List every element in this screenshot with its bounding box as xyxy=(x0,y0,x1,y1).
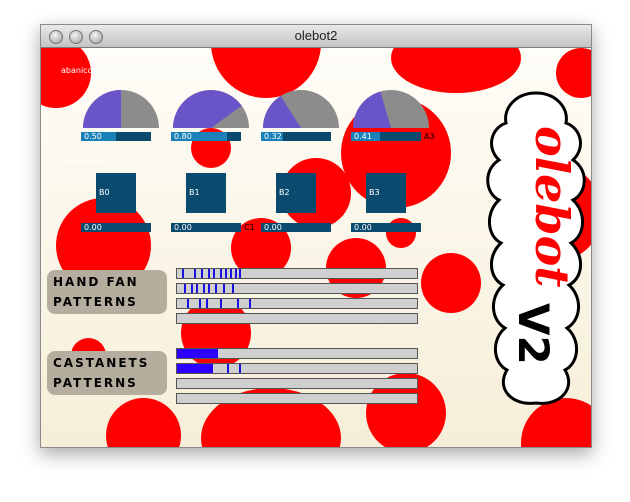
hand-fan-patterns-label: HAND FAN PATTERNS xyxy=(47,270,167,314)
gauge-value-slider[interactable]: 0.32 xyxy=(261,132,331,141)
pad-value-slider[interactable]: 0.00 xyxy=(351,223,421,232)
pattern-tick xyxy=(198,299,201,308)
red-circle xyxy=(421,253,481,313)
pad-value-slider[interactable]: 0.00 xyxy=(171,223,241,232)
red-circle xyxy=(391,48,521,93)
pattern-tick xyxy=(237,299,239,308)
gauge-value-slider[interactable]: 0.50 xyxy=(81,132,151,141)
pad-name: B3 xyxy=(369,188,380,197)
pattern-tick xyxy=(234,269,237,278)
red-circle xyxy=(106,398,181,447)
pattern-tick xyxy=(220,269,223,278)
pattern-tick xyxy=(186,299,189,308)
pattern-row[interactable] xyxy=(176,393,418,404)
slider-value: 0.00 xyxy=(174,223,192,232)
pattern-tick xyxy=(193,269,196,278)
pattern-tick xyxy=(220,299,223,308)
pattern-tick xyxy=(196,284,199,293)
gauge-value-slider[interactable]: 0.41 xyxy=(351,132,421,141)
logo-version-text: V2 xyxy=(509,303,558,365)
pattern-tick xyxy=(229,269,232,278)
pad-button[interactable]: B0 xyxy=(96,173,136,213)
gauge-side-label: A3 xyxy=(424,132,435,141)
pattern-block xyxy=(177,364,213,373)
slider-value: 0.41 xyxy=(354,132,372,141)
slider-value: 0.00 xyxy=(354,223,372,232)
pattern-tick xyxy=(222,284,225,293)
logo-main-text: olebot xyxy=(525,126,579,288)
section-label-castanets: castañuelas xyxy=(61,156,109,165)
slider-value: 0.32 xyxy=(264,132,282,141)
pattern-tick xyxy=(181,269,184,278)
pattern-tick xyxy=(239,364,242,373)
slider-value: 0.50 xyxy=(84,132,102,141)
pattern-row[interactable] xyxy=(176,268,418,279)
pattern-tick xyxy=(213,269,215,278)
pad-name: B2 xyxy=(279,188,290,197)
slider-value: 0.80 xyxy=(174,132,192,141)
pattern-tick xyxy=(215,284,218,293)
pad-value-slider[interactable]: 0.00 xyxy=(81,223,151,232)
pattern-tick xyxy=(225,269,227,278)
pattern-tick xyxy=(201,269,203,278)
pad-value-slider[interactable]: 0.00 xyxy=(261,223,331,232)
olebot-logo: olebot V2 xyxy=(486,91,586,405)
pattern-tick xyxy=(191,284,194,293)
pattern-row[interactable] xyxy=(176,363,418,374)
pattern-row[interactable] xyxy=(176,283,418,294)
title-bar: olebot2 xyxy=(41,25,591,48)
hand-fan-label-line2: PATTERNS xyxy=(53,295,138,309)
slider-value: 0.00 xyxy=(84,223,102,232)
pad-name: B0 xyxy=(99,188,110,197)
gauge-value-slider[interactable]: 0.80 xyxy=(171,132,241,141)
pattern-tick xyxy=(232,284,235,293)
castanets-label-line1: CASTANETS xyxy=(53,356,150,370)
pattern-tick xyxy=(205,299,208,308)
pattern-block xyxy=(177,349,218,358)
hand-fan-label-line1: HAND FAN xyxy=(53,275,139,289)
pattern-tick xyxy=(239,269,242,278)
pad-button[interactable]: B1 xyxy=(186,173,226,213)
gauge-fill xyxy=(83,90,121,128)
window-title: olebot2 xyxy=(294,28,338,43)
pattern-tick xyxy=(184,284,187,293)
gauge-dial[interactable] xyxy=(261,88,341,130)
castanets-patterns-label: CASTANETS PATTERNS xyxy=(47,351,167,395)
castanets-label-line2: PATTERNS xyxy=(53,376,138,390)
app-window: olebot2 abanicos castañuelas 0.50 0.80 0.3… xyxy=(40,24,592,448)
slider-value: 0.00 xyxy=(264,223,282,232)
pad-name: B1 xyxy=(189,188,200,197)
pad-button[interactable]: B2 xyxy=(276,173,316,213)
pattern-tick xyxy=(208,284,211,293)
canvas: abanicos castañuelas 0.50 0.80 0.32 0.41 A3 … xyxy=(41,48,591,447)
gauge-dial[interactable] xyxy=(351,88,431,130)
gauge-dial[interactable] xyxy=(171,88,251,130)
pattern-row[interactable] xyxy=(176,378,418,389)
pattern-row[interactable] xyxy=(176,313,418,324)
gauge-dial[interactable] xyxy=(81,88,161,130)
pattern-row[interactable] xyxy=(176,348,418,359)
pattern-tick xyxy=(203,284,206,293)
pad-side-label: C1 xyxy=(244,223,255,232)
pattern-tick xyxy=(227,364,230,373)
pattern-tick xyxy=(249,299,251,308)
section-label-fans: abanicos xyxy=(61,66,97,75)
pad-button[interactable]: B3 xyxy=(366,173,406,213)
pattern-row[interactable] xyxy=(176,298,418,309)
pattern-tick xyxy=(208,269,211,278)
